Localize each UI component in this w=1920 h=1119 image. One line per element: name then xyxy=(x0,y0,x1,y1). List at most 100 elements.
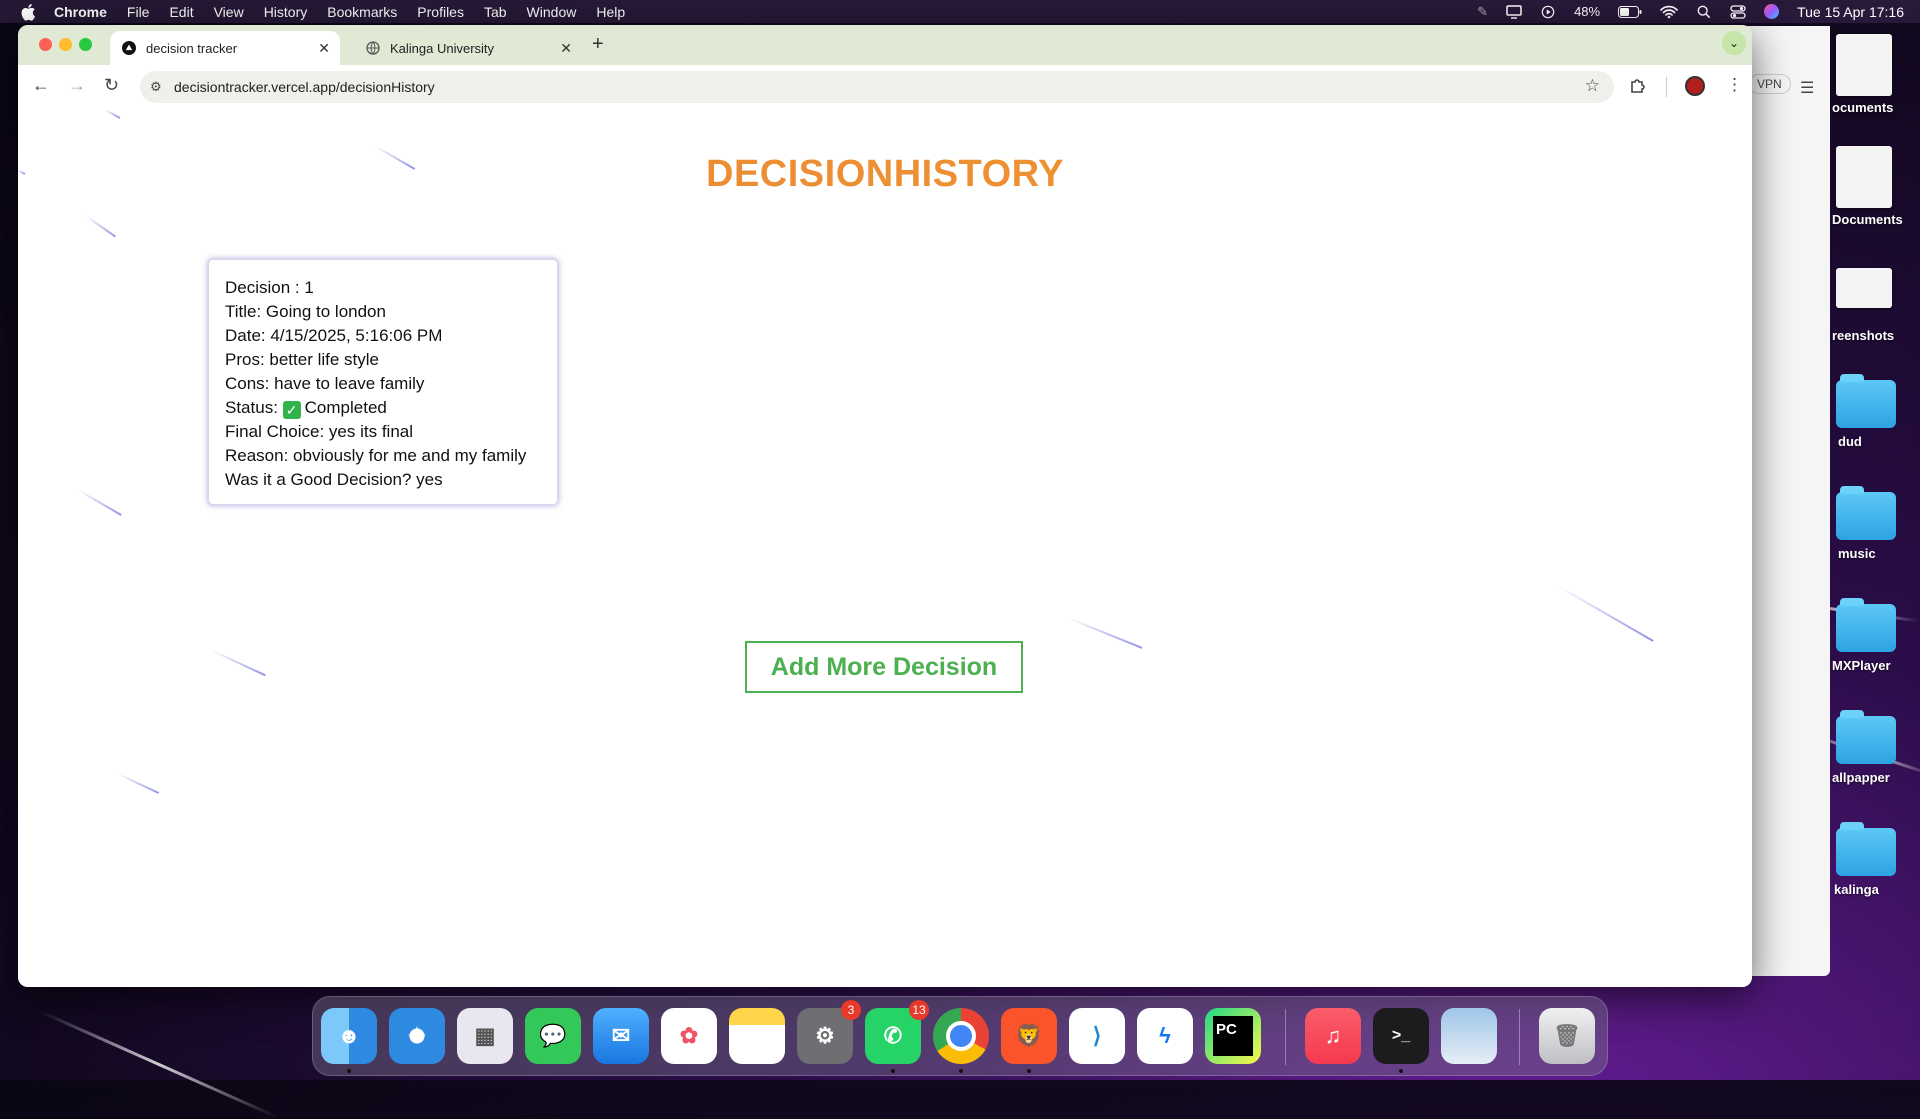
battery-icon[interactable] xyxy=(1618,5,1642,19)
dock-terminal-icon[interactable]: >_ xyxy=(1373,1008,1429,1073)
address-bar[interactable]: ⚙ decisiontracker.vercel.app/decisionHis… xyxy=(140,71,1614,103)
background-streak xyxy=(1067,617,1143,649)
document-stack-icon xyxy=(1836,34,1892,96)
now-playing-icon[interactable] xyxy=(1540,5,1556,19)
vercel-favicon-icon xyxy=(122,41,136,55)
background-streak xyxy=(117,773,160,794)
page-title: DECISIONHISTORY xyxy=(18,153,1752,196)
profile-avatar[interactable] xyxy=(1685,76,1705,96)
desktop-item-screenshots-stack[interactable]: reenshots xyxy=(1826,268,1920,343)
battery-percent: 48% xyxy=(1574,4,1601,19)
window-zoom-button[interactable] xyxy=(79,38,92,51)
page-content: DECISIONHISTORY Decision : 1 Title: Goin… xyxy=(18,109,1752,987)
chrome-menu-kebab-icon[interactable]: ⋮ xyxy=(1726,75,1743,95)
dock-launchpad-icon[interactable]: ▦ xyxy=(457,1008,513,1064)
vpn-button[interactable]: VPN xyxy=(1748,74,1791,94)
decision-cons: Cons: have to leave family xyxy=(225,374,425,393)
decision-pros: Pros: better life style xyxy=(225,350,380,369)
menubar-status-area: ✎ 48% Tue 15 Apr 17:16 xyxy=(1477,0,1904,23)
dock-whatsapp-icon[interactable]: ✆ 13 xyxy=(865,1000,929,1073)
dock-separator xyxy=(1519,1009,1520,1065)
url-text[interactable]: decisiontracker.vercel.app/decisionHisto… xyxy=(174,79,435,95)
desktop-item-label: allpapper xyxy=(1832,770,1890,785)
status-value: Completed xyxy=(304,398,387,417)
dock-trash-icon[interactable]: 🗑 xyxy=(1539,1008,1595,1064)
dock-chrome-icon[interactable] xyxy=(933,1008,989,1073)
dock-messenger-icon[interactable]: ϟ xyxy=(1137,1008,1193,1064)
wifi-icon[interactable] xyxy=(1660,5,1678,19)
decision-reason: Reason: obviously for me and my family xyxy=(225,446,527,465)
menu-help[interactable]: Help xyxy=(596,4,625,20)
dock-mail-icon[interactable]: ✉ xyxy=(593,1008,649,1064)
tab-close-icon[interactable]: ✕ xyxy=(318,40,330,57)
decision-good-decision: Was it a Good Decision? yes xyxy=(225,470,443,489)
desktop-item-label: music xyxy=(1838,546,1876,561)
site-settings-icon[interactable]: ⚙ xyxy=(150,79,162,95)
desktop-item-pdf-stack[interactable]: Documents xyxy=(1826,146,1920,227)
menu-view[interactable]: View xyxy=(214,4,244,20)
add-more-decision-button[interactable]: Add More Decision xyxy=(745,641,1023,693)
macos-dock: ☻ ✧ ▦ 💬 ✉ ✿ ⚙ 3 ✆ 13 🦁 ⟩ ϟ PC ♫ >_ 🗑 xyxy=(312,996,1608,1076)
dock-brave-icon[interactable]: 🦁 xyxy=(1001,1008,1057,1073)
running-indicator xyxy=(347,1069,351,1073)
menu-file[interactable]: File xyxy=(127,4,150,20)
tab-decision-tracker[interactable]: decision tracker ✕ xyxy=(110,31,340,65)
decision-status: Status: ✓ Completed xyxy=(225,396,557,420)
menu-history[interactable]: History xyxy=(264,4,308,20)
decision-date: Date: 4/15/2025, 5:16:06 PM xyxy=(225,326,443,345)
dock-system-settings-icon[interactable]: ⚙ 3 xyxy=(797,1000,861,1064)
desktop-item-label: dud xyxy=(1838,434,1862,449)
tab-search-chevron-icon[interactable]: ⌄ xyxy=(1722,31,1746,55)
reload-icon[interactable]: ↻ xyxy=(104,75,119,96)
menu-bookmarks[interactable]: Bookmarks xyxy=(327,4,397,20)
background-streak xyxy=(210,649,266,676)
globe-icon xyxy=(366,41,380,55)
menu-profiles[interactable]: Profiles xyxy=(417,4,464,20)
notification-badge: 3 xyxy=(841,1000,861,1020)
dock-vscode-icon[interactable]: ⟩ xyxy=(1069,1008,1125,1064)
extensions-puzzle-icon[interactable] xyxy=(1629,77,1647,95)
dock-pycharm-icon[interactable]: PC xyxy=(1205,1008,1261,1064)
desktop-folder-wallpaper[interactable]: allpapper xyxy=(1826,710,1920,785)
window-close-button[interactable] xyxy=(39,38,52,51)
menubar-clock[interactable]: Tue 15 Apr 17:16 xyxy=(1797,4,1904,20)
menu-edit[interactable]: Edit xyxy=(169,4,193,20)
forward-arrow-icon[interactable]: → xyxy=(68,75,86,96)
status-label: Status: xyxy=(225,398,278,417)
menu-window[interactable]: Window xyxy=(527,4,577,20)
running-indicator xyxy=(1399,1069,1403,1073)
back-arrow-icon[interactable]: ← xyxy=(32,75,50,96)
dock-finder-icon[interactable]: ☻ xyxy=(321,1008,377,1073)
background-streak xyxy=(1557,585,1654,642)
control-center-icon[interactable] xyxy=(1730,4,1746,19)
menu-tab[interactable]: Tab xyxy=(484,4,507,20)
decision-final-choice: Final Choice: yes its final xyxy=(225,422,414,441)
decision-number: Decision : 1 xyxy=(225,278,314,297)
dock-photos-icon[interactable]: ✿ xyxy=(661,1008,717,1064)
tab-close-icon[interactable]: ✕ xyxy=(560,40,572,57)
pen-icon[interactable]: ✎ xyxy=(1477,4,1488,20)
folder-icon xyxy=(1836,710,1896,764)
desktop-item-documents-stack[interactable]: ocuments xyxy=(1826,34,1920,115)
dock-safari-icon[interactable]: ✧ xyxy=(389,1008,445,1064)
new-tab-plus-icon[interactable]: + xyxy=(592,33,604,56)
desktop-folder-mxplayer[interactable]: MXPlayer xyxy=(1826,598,1920,673)
siri-icon[interactable] xyxy=(1764,4,1780,19)
dock-music-icon[interactable]: ♫ xyxy=(1305,1008,1361,1064)
screen-mirroring-icon[interactable] xyxy=(1506,4,1522,19)
folder-icon xyxy=(1836,486,1896,540)
menu-hamburger-icon[interactable]: ☰ xyxy=(1800,78,1814,98)
tab-strip: decision tracker ✕ Kalinga University ✕ … xyxy=(18,25,1752,65)
bookmark-star-icon[interactable]: ☆ xyxy=(1585,76,1600,96)
desktop-folder-dud[interactable]: dud xyxy=(1826,374,1920,449)
desktop-folder-music[interactable]: music xyxy=(1826,486,1920,561)
desktop-folder-kalinga[interactable]: kalinga xyxy=(1826,822,1920,897)
window-minimize-button[interactable] xyxy=(59,38,72,51)
spotlight-search-icon[interactable] xyxy=(1696,5,1712,19)
dock-notes-icon[interactable] xyxy=(729,1008,785,1064)
dock-messages-icon[interactable]: 💬 xyxy=(525,1008,581,1064)
tab-kalinga-university[interactable]: Kalinga University ✕ xyxy=(354,31,582,65)
menu-app-chrome[interactable]: Chrome xyxy=(54,4,107,20)
dock-preview-icon[interactable] xyxy=(1441,1008,1497,1064)
apple-menu-icon[interactable] xyxy=(20,3,36,21)
